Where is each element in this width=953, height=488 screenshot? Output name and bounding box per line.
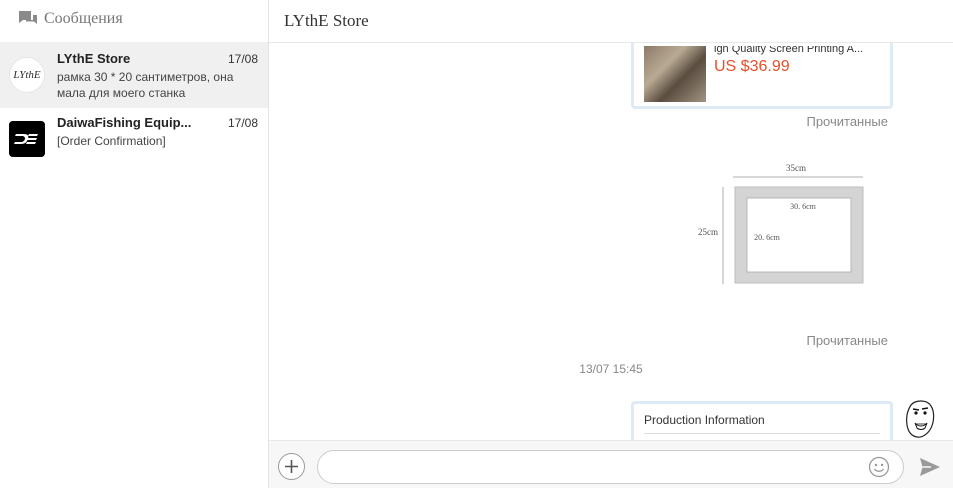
conversation-item-daiwafishing[interactable]: DaiwaFishing Equip... 17/08 [Order Confi… — [0, 106, 268, 172]
inner-width-label: 30. 6cm — [790, 202, 817, 211]
message-input[interactable] — [317, 450, 904, 484]
chat-title: LYthE Store — [284, 11, 369, 30]
send-button[interactable] — [918, 456, 942, 478]
side-dimension-label: 25cm — [698, 227, 718, 237]
conversation-date: 17/08 — [227, 116, 258, 130]
conversation-name: LYthE Store — [57, 51, 131, 66]
product-name: igh Quality Screen Printing A... — [714, 46, 864, 55]
plus-icon — [285, 460, 298, 473]
frame-drawing: 35cm 25cm 30. 6cm 20. 6cm — [698, 163, 864, 284]
product-price: US $36.99 — [714, 58, 790, 75]
avatar-logo-text: LYthE — [13, 69, 41, 81]
conversation-preview: [Order Confirmation] — [57, 134, 166, 148]
conversation-sidebar: Сообщения LYthE LYthE Store 17/08 рамка … — [0, 0, 269, 488]
top-dimension-label: 35cm — [786, 163, 806, 173]
conversation-date: 17/08 — [227, 52, 258, 66]
inner-height-label: 20. 6cm — [754, 233, 781, 242]
info-card-title: Production Information — [644, 413, 880, 434]
product-thumbnail — [644, 46, 706, 102]
message-composer — [269, 440, 953, 488]
read-status: Прочитанные — [806, 333, 888, 348]
conversation-name: DaiwaFishing Equip... — [57, 115, 192, 130]
emoji-button[interactable] — [868, 456, 890, 478]
sidebar-header: Сообщения — [0, 0, 268, 37]
chat-bubbles-icon — [18, 10, 38, 28]
rage-face-icon — [906, 400, 935, 438]
store-avatar: LYthE — [9, 57, 45, 93]
conversation-preview: рамка 30 * 20 сантиметров, она мала для … — [57, 70, 234, 100]
daiwa-logo-icon — [9, 121, 45, 157]
chat-panel: LYthE Store igh Quality Screen Printing … — [269, 0, 953, 488]
product-card-message[interactable]: igh Quality Screen Printing A... US $36.… — [631, 43, 893, 109]
frame-dimensions-image[interactable]: 35cm 25cm 30. 6cm 20. 6cm — [693, 157, 873, 287]
sidebar-title: Сообщения — [44, 9, 123, 27]
time-separator: 13/07 15:45 — [579, 362, 643, 376]
conversation-item-lythe-store[interactable]: LYthE LYthE Store 17/08 рамка 30 * 20 са… — [0, 42, 268, 108]
user-avatar — [902, 399, 938, 439]
read-status: Прочитанные — [806, 114, 888, 129]
send-icon — [920, 458, 940, 476]
daiwa-logo-avatar — [9, 121, 45, 157]
message-list[interactable]: igh Quality Screen Printing A... US $36.… — [269, 43, 953, 440]
chat-header: LYthE Store — [269, 0, 953, 43]
smiley-icon — [868, 456, 890, 478]
production-info-card[interactable]: Production Information — [631, 401, 893, 440]
add-attachment-button[interactable] — [278, 453, 305, 480]
